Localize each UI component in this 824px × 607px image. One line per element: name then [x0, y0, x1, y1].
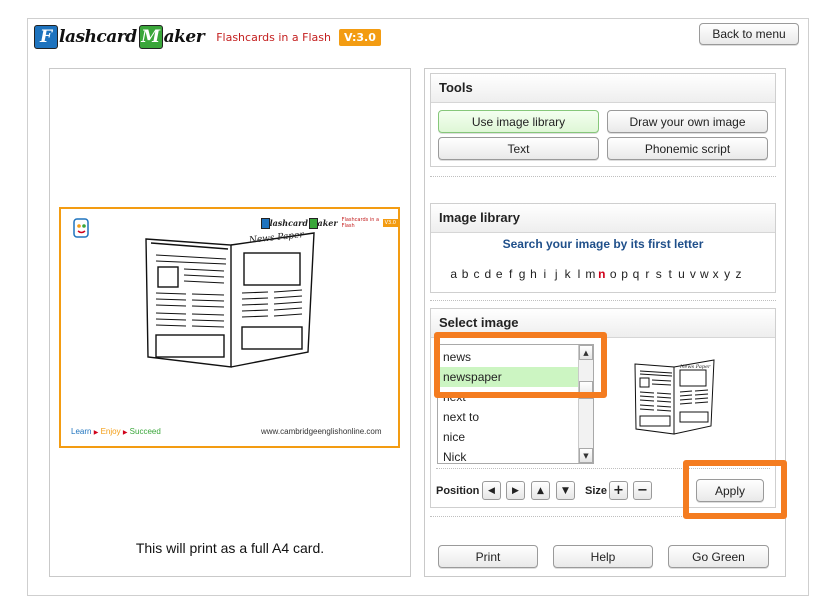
- letter-z[interactable]: z: [733, 267, 744, 281]
- move-left-icon[interactable]: ◀: [482, 481, 501, 500]
- slogan-enjoy: Enjoy: [100, 427, 121, 436]
- letter-f[interactable]: f: [505, 267, 516, 281]
- letter-m[interactable]: m: [585, 267, 596, 281]
- letter-t[interactable]: t: [664, 267, 675, 281]
- letter-l[interactable]: l: [573, 267, 584, 281]
- highlight-apply-box: [683, 460, 787, 519]
- highlight-selection-box: [434, 332, 607, 398]
- letter-a[interactable]: a: [448, 267, 459, 281]
- face-icon: [73, 218, 89, 238]
- divider: [430, 300, 776, 301]
- app-logo: F lashcard M aker Flashcards in a Flash …: [34, 22, 381, 52]
- tools-title: Tools: [431, 74, 775, 103]
- divider: [430, 176, 776, 177]
- size-label: Size: [585, 485, 608, 497]
- print-button[interactable]: Print: [438, 545, 538, 568]
- phonemic-script-button[interactable]: Phonemic script: [607, 137, 768, 160]
- list-item[interactable]: Nick: [438, 447, 584, 463]
- letter-b[interactable]: b: [459, 267, 470, 281]
- draw-your-own-image-button[interactable]: Draw your own image: [607, 110, 768, 133]
- version-badge: V:3.0: [338, 28, 381, 46]
- size-increase-icon[interactable]: +: [609, 481, 628, 500]
- letter-q[interactable]: q: [630, 267, 641, 281]
- card-version: V3.0: [382, 219, 398, 227]
- letter-e[interactable]: e: [494, 267, 505, 281]
- letter-s[interactable]: s: [653, 267, 664, 281]
- letter-picker: abcdefghijklmnopqrstuvwxyz: [448, 267, 744, 281]
- logo-word-lashcard: lashcard: [59, 27, 137, 47]
- move-down-icon[interactable]: ▼: [556, 481, 575, 500]
- newspaper-image: [145, 232, 315, 368]
- move-up-icon[interactable]: ▲: [531, 481, 550, 500]
- flashcard-preview: lashcard aker Flashcards in a Flash V3.0: [59, 207, 400, 448]
- letter-o[interactable]: o: [607, 267, 618, 281]
- letter-y[interactable]: y: [721, 267, 732, 281]
- letter-g[interactable]: g: [516, 267, 527, 281]
- letter-u[interactable]: u: [676, 267, 687, 281]
- arrow-icon: ▶: [122, 430, 128, 436]
- use-image-library-button[interactable]: Use image library: [438, 110, 599, 133]
- letter-c[interactable]: c: [471, 267, 482, 281]
- image-library-title: Image library: [431, 204, 775, 233]
- letter-n[interactable]: n: [596, 267, 607, 281]
- position-label: Position: [436, 485, 480, 497]
- logo-letter-f: F: [34, 25, 58, 49]
- list-item[interactable]: next to: [438, 407, 584, 427]
- thumbnail-caption: News Paper: [680, 364, 711, 370]
- arrow-icon: ▶: [93, 430, 99, 436]
- move-right-icon[interactable]: ▶: [506, 481, 525, 500]
- back-to-menu-button[interactable]: Back to menu: [699, 23, 799, 45]
- print-note: This will print as a full A4 card.: [135, 540, 325, 556]
- library-caption: Search your image by its first letter: [502, 237, 704, 251]
- card-footer-slogan: Learn ▶ Enjoy ▶ Succeed: [71, 427, 161, 436]
- card-tagline: Flashcards in a Flash: [341, 217, 380, 229]
- letter-x[interactable]: x: [710, 267, 721, 281]
- letter-j[interactable]: j: [551, 267, 562, 281]
- letter-h[interactable]: h: [528, 267, 539, 281]
- letter-r[interactable]: r: [642, 267, 653, 281]
- app-tagline: Flashcards in a Flash: [216, 30, 331, 44]
- slogan-succeed: Succeed: [129, 427, 161, 436]
- list-item[interactable]: nice: [438, 427, 584, 447]
- card-footer-url: www.cambridgeenglishonline.com: [261, 427, 382, 436]
- size-decrease-icon[interactable]: −: [633, 481, 652, 500]
- slogan-learn: Learn: [71, 427, 92, 436]
- go-green-button[interactable]: Go Green: [668, 545, 769, 568]
- letter-w[interactable]: w: [699, 267, 710, 281]
- help-button[interactable]: Help: [553, 545, 653, 568]
- letter-p[interactable]: p: [619, 267, 630, 281]
- scroll-down-icon[interactable]: ▼: [579, 448, 593, 463]
- letter-v[interactable]: v: [687, 267, 698, 281]
- text-button[interactable]: Text: [438, 137, 599, 160]
- letter-i[interactable]: i: [539, 267, 550, 281]
- logo-letter-m: M: [138, 25, 163, 49]
- letter-k[interactable]: k: [562, 267, 573, 281]
- logo-word-aker: aker: [163, 27, 205, 47]
- letter-d[interactable]: d: [482, 267, 493, 281]
